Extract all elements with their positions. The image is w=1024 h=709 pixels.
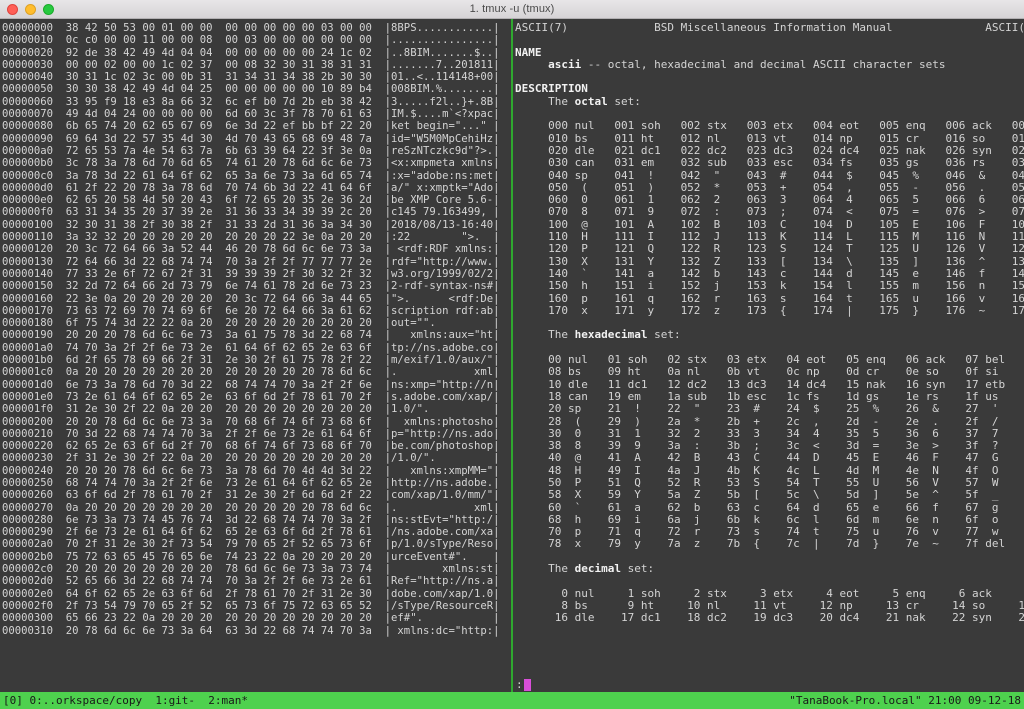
traffic-light-group xyxy=(7,0,54,18)
tmux-pane-container: 00000000 38 42 50 53 00 01 00 00 00 00 0… xyxy=(0,19,1024,677)
tmux-status-bar[interactable]: [0] 0:..orkspace/copy 1:git- 2:man* "Tan… xyxy=(0,692,1024,709)
pane-hexdump[interactable]: 00000000 38 42 50 53 00 01 00 00 00 00 0… xyxy=(0,19,511,677)
terminal-window: 1. tmux -u (tmux) 00000000 38 42 50 53 0… xyxy=(0,0,1024,709)
window-title: 1. tmux -u (tmux) xyxy=(469,3,555,15)
close-window-button[interactable] xyxy=(7,3,18,15)
pane-prompt-row: : xyxy=(0,677,1024,692)
manpage-output: ASCII(7) BSD Miscellaneous Information M… xyxy=(515,21,1024,625)
text-cursor xyxy=(523,678,531,691)
maximize-window-button[interactable] xyxy=(43,3,54,15)
tmux-status-right: "TanaBook-Pro.local" 21:00 09-12-18 xyxy=(789,694,1021,707)
pane-manpage[interactable]: ASCII(7) BSD Miscellaneous Information M… xyxy=(513,19,1024,677)
left-pane-prompt-area xyxy=(0,677,513,692)
tmux-status-left[interactable]: [0] 0:..orkspace/copy 1:git- 2:man* xyxy=(3,692,248,709)
prompt-colon: : xyxy=(516,678,523,691)
hexdump-output: 00000000 38 42 50 53 00 01 00 00 00 00 0… xyxy=(2,22,500,637)
window-titlebar[interactable]: 1. tmux -u (tmux) xyxy=(0,0,1024,19)
manpage-prompt[interactable]: : xyxy=(513,677,531,692)
minimize-window-button[interactable] xyxy=(25,3,36,15)
terminal-body[interactable]: 00000000 38 42 50 53 00 01 00 00 00 00 0… xyxy=(0,19,1024,709)
